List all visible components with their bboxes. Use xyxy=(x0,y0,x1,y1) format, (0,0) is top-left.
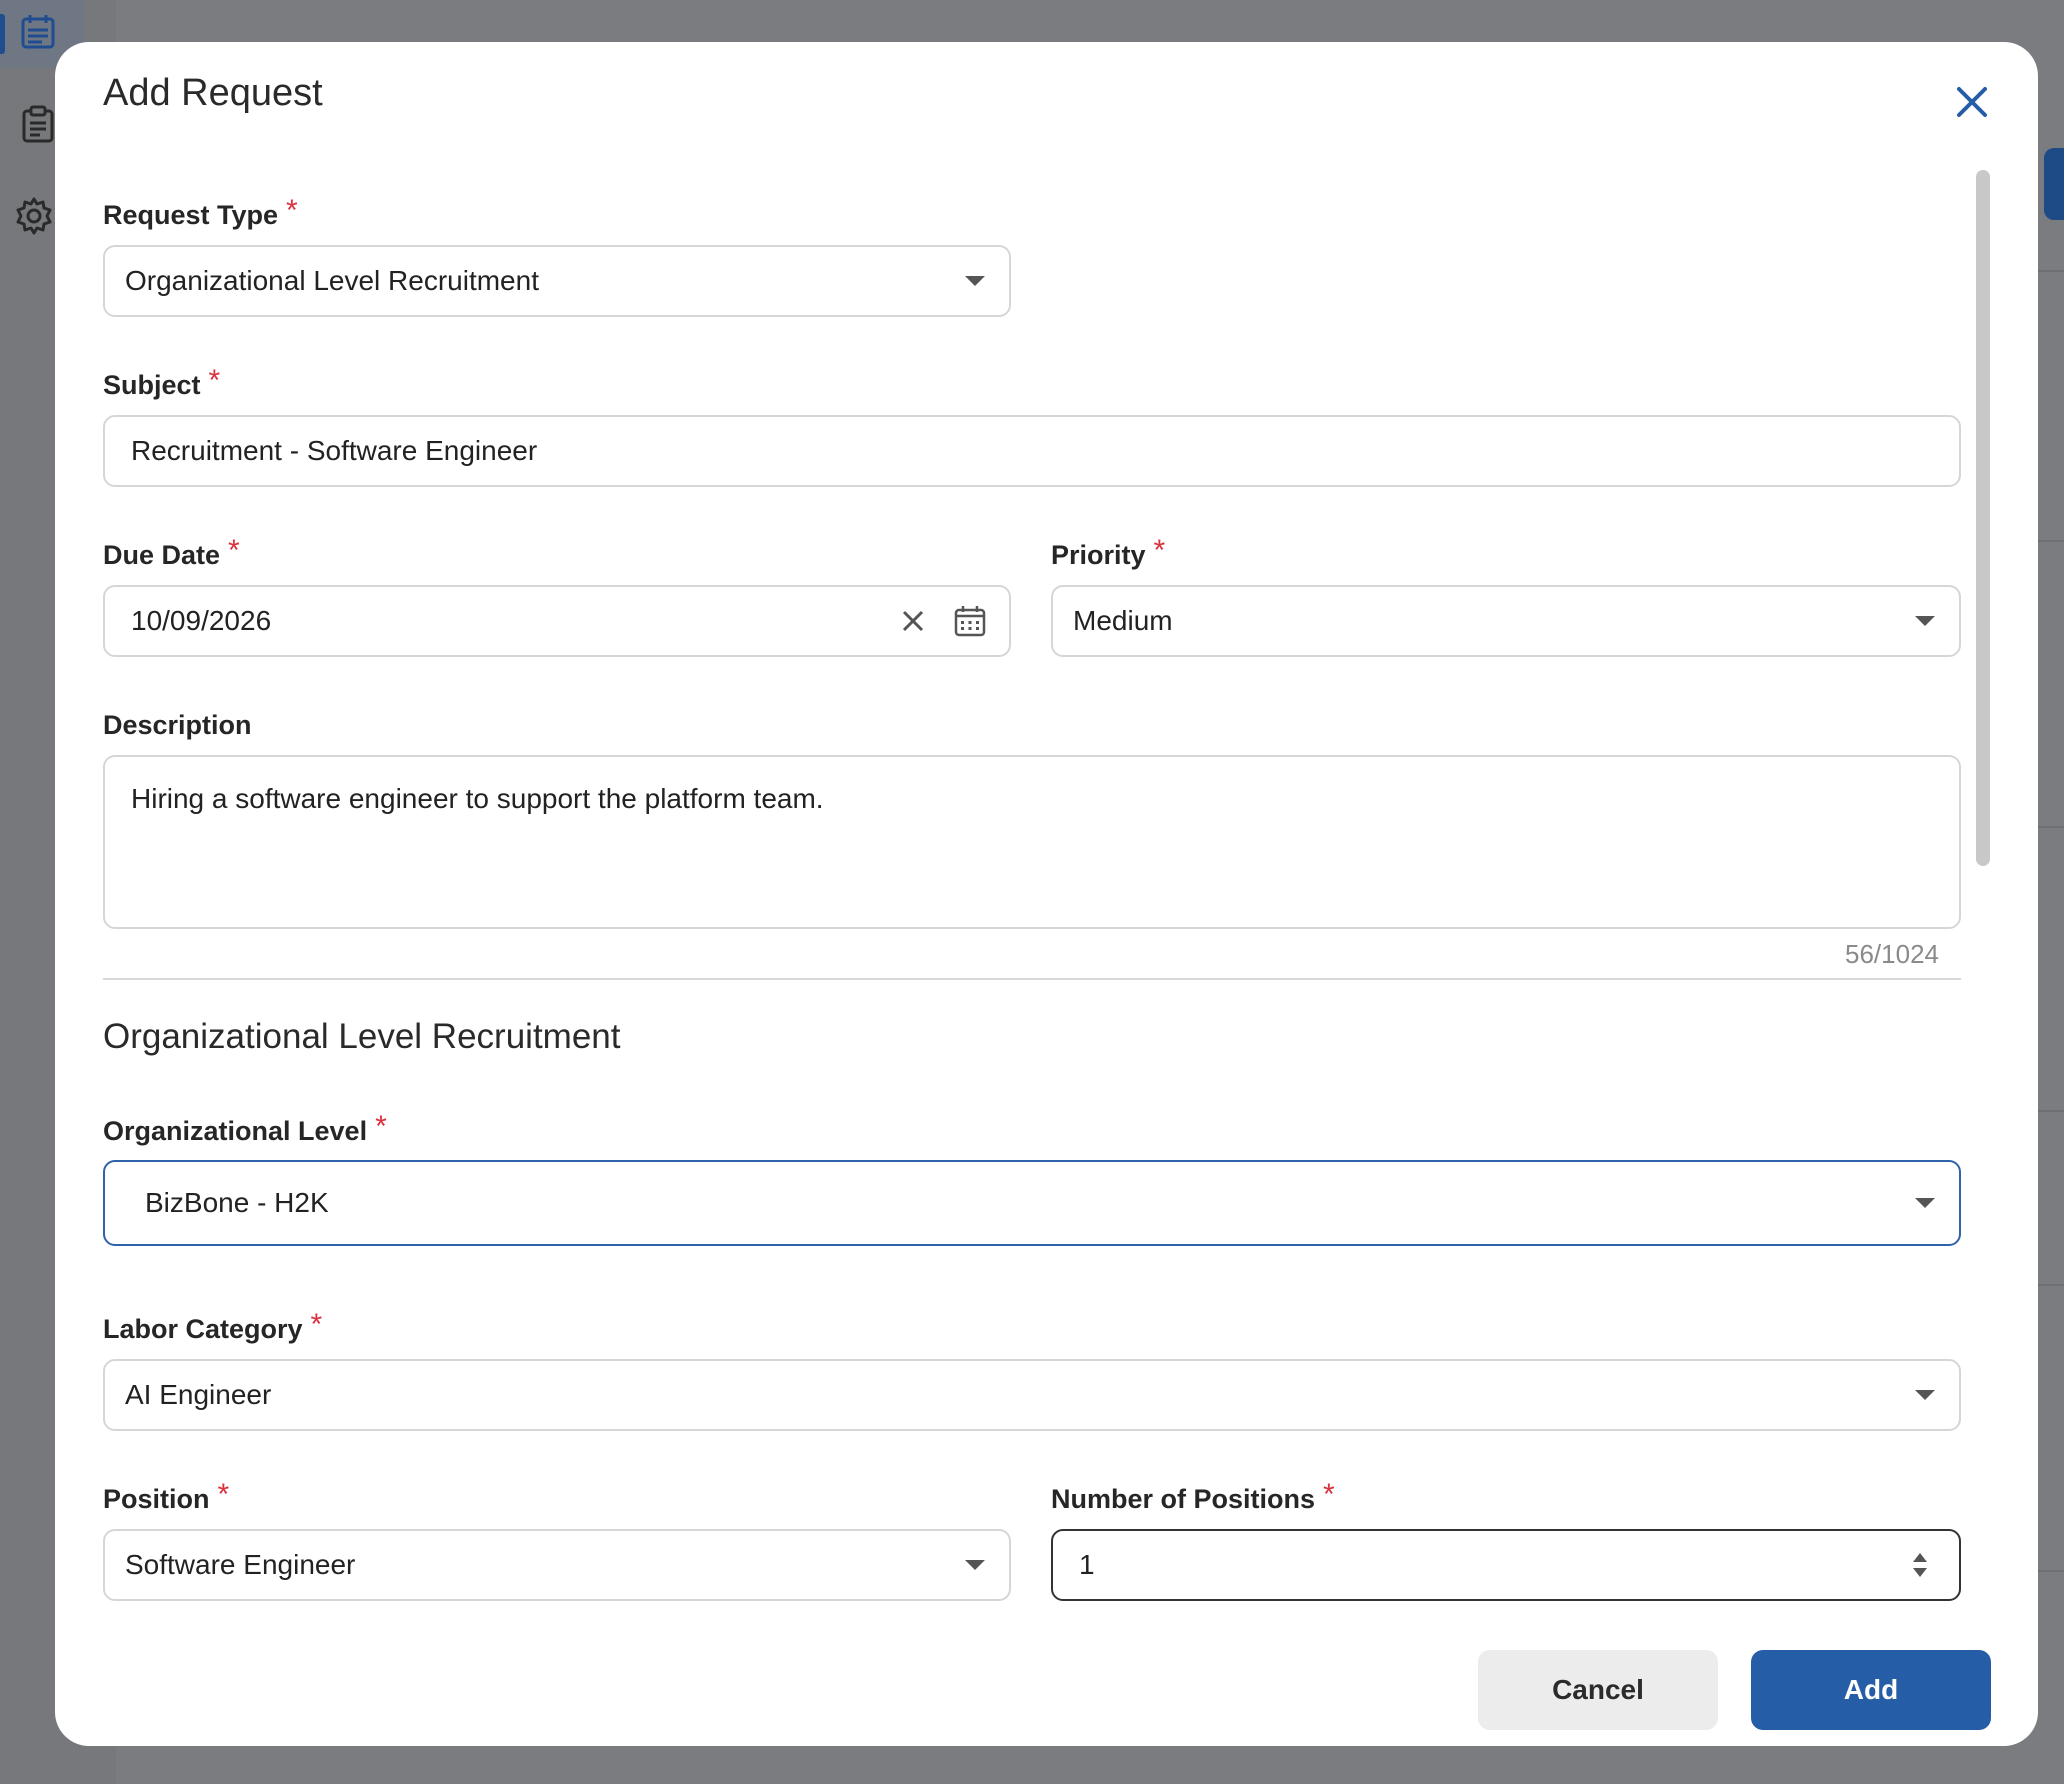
dialog-title: Add Request xyxy=(103,72,323,114)
required-marker: * xyxy=(1323,1478,1335,1511)
character-counter: 56/1024 xyxy=(1845,939,1939,969)
chevron-down-icon xyxy=(965,1560,985,1570)
sidebar-active-indicator xyxy=(0,14,5,54)
description-textarea[interactable]: Hiring a software engineer to support th… xyxy=(103,755,1961,929)
required-marker: * xyxy=(286,194,298,227)
gear-icon xyxy=(16,197,52,235)
subject-input[interactable]: Recruitment - Software Engineer xyxy=(103,415,1961,487)
number-of-positions-label: Number of Positions * xyxy=(1051,1478,1335,1514)
cancel-button[interactable]: Cancel xyxy=(1478,1650,1718,1730)
section-divider xyxy=(103,978,1961,980)
clear-date-icon[interactable] xyxy=(899,607,927,635)
chevron-down-icon xyxy=(965,276,985,286)
required-marker: * xyxy=(375,1110,387,1143)
request-type-label: Request Type * xyxy=(103,194,298,230)
description-label: Description xyxy=(103,710,252,740)
background-primary-button xyxy=(2044,148,2064,220)
organizational-level-label: Organizational Level * xyxy=(103,1110,387,1146)
section-title: Organizational Level Recruitment xyxy=(103,1017,621,1056)
subject-label: Subject * xyxy=(103,364,221,400)
labor-category-label: Labor Category * xyxy=(103,1308,323,1344)
required-marker: * xyxy=(1153,534,1166,567)
request-type-select[interactable]: Organizational Level Recruitment xyxy=(103,245,1011,317)
calendar-icon xyxy=(21,15,55,49)
calendar-icon[interactable] xyxy=(953,604,987,638)
number-of-positions-stepper[interactable]: 1 xyxy=(1051,1529,1961,1601)
priority-select[interactable]: Medium xyxy=(1051,585,1961,657)
spinner-arrows-icon[interactable] xyxy=(1909,1549,1931,1581)
priority-label: Priority * xyxy=(1051,534,1166,570)
chevron-down-icon xyxy=(1915,1390,1935,1400)
due-date-input[interactable]: 10/09/2026 xyxy=(103,585,1011,657)
organizational-level-select[interactable]: BizBone - H2K xyxy=(103,1160,1961,1246)
required-marker: * xyxy=(228,534,240,567)
position-select[interactable]: Software Engineer xyxy=(103,1529,1011,1601)
chevron-down-icon xyxy=(1915,1198,1935,1208)
add-request-dialog: Add Request Request Type * Organizational… xyxy=(55,42,2038,1746)
close-icon xyxy=(1957,87,1987,117)
required-marker: * xyxy=(208,364,221,397)
due-date-label: Due Date * xyxy=(103,534,240,570)
add-button[interactable]: Add xyxy=(1751,1650,1991,1730)
close-button[interactable] xyxy=(1944,74,2000,130)
position-label: Position * xyxy=(103,1478,230,1514)
required-marker: * xyxy=(217,1478,230,1511)
scrollbar[interactable] xyxy=(1976,170,1990,1618)
scrollbar-thumb[interactable] xyxy=(1976,170,1990,866)
labor-category-select[interactable]: AI Engineer xyxy=(103,1359,1961,1431)
chevron-down-icon xyxy=(1915,616,1935,626)
clipboard-icon xyxy=(22,105,54,143)
required-marker: * xyxy=(310,1308,323,1341)
